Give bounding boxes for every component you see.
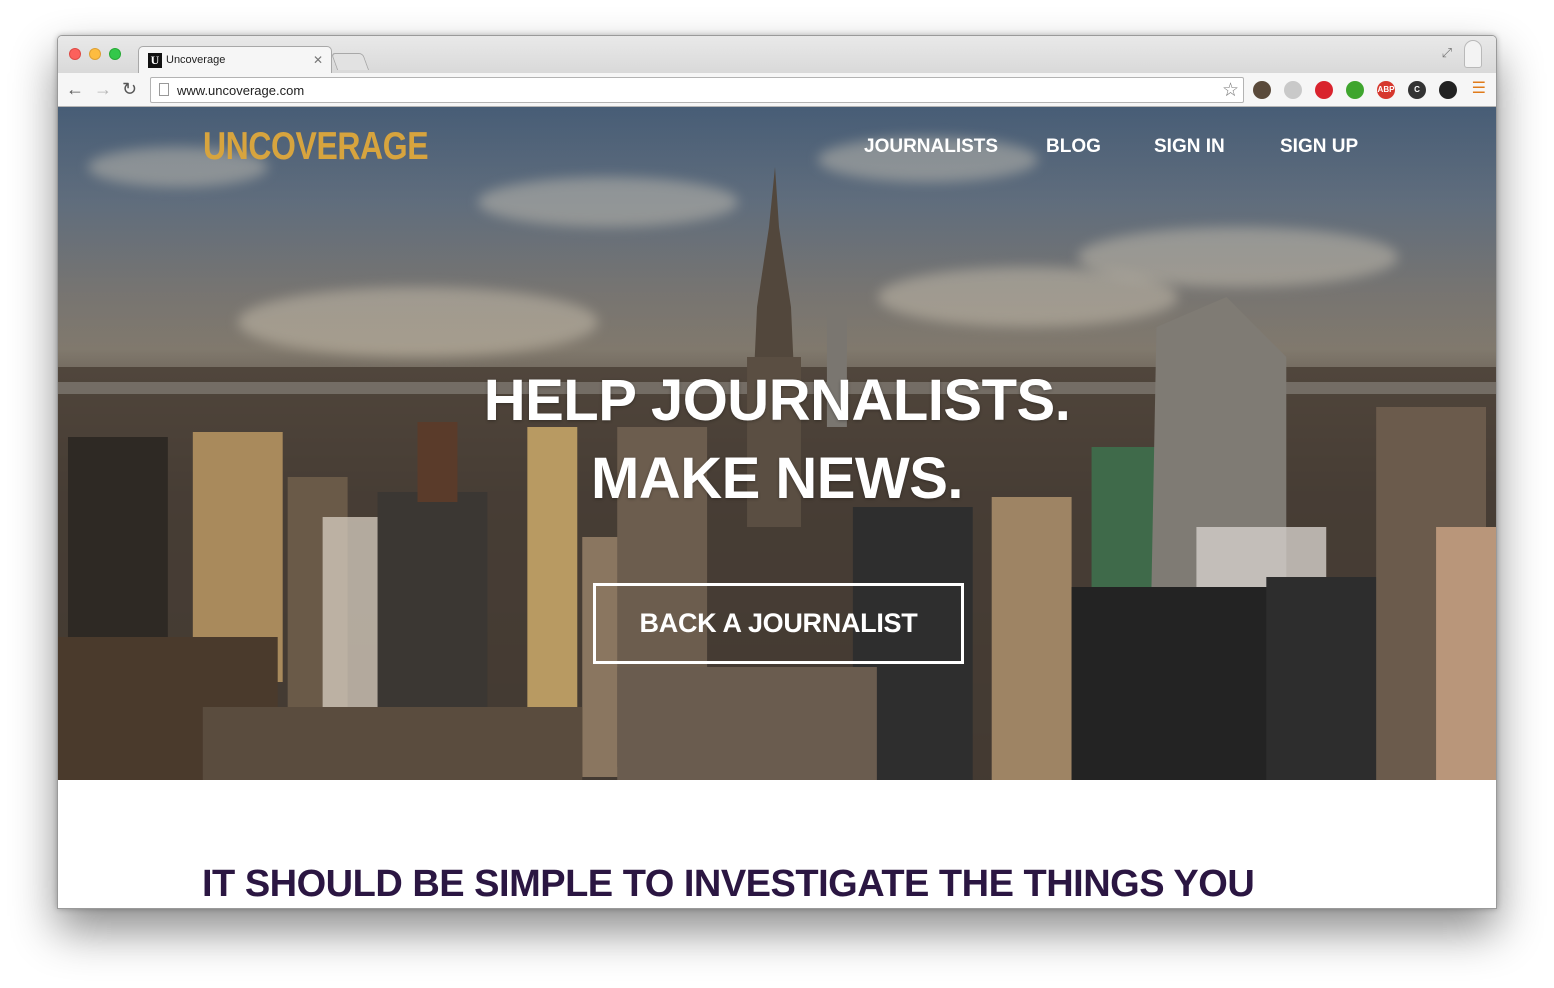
bookmark-star-icon[interactable]: ☆ xyxy=(1222,79,1239,102)
browser-toolbar: ← → ↻ www.uncoverage.com ☆ ABP C ☰ xyxy=(58,73,1496,107)
hero-headline-line2: MAKE NEWS. xyxy=(591,446,964,511)
close-window-button[interactable] xyxy=(69,48,81,60)
nav-journalists-link[interactable]: JOURNALISTS xyxy=(864,136,998,158)
nav-sign-up-link[interactable]: SIGN UP xyxy=(1280,136,1358,158)
new-tab-button[interactable] xyxy=(330,53,370,70)
hero-headline-line1: HELP JOURNALISTS. xyxy=(483,368,1071,433)
nav-sign-in-link[interactable]: SIGN IN xyxy=(1154,136,1225,158)
browser-window: U Uncoverage ✕ ⤢ ← → ↻ www.uncoverage.co… xyxy=(57,35,1497,909)
fullscreen-icon[interactable]: ⤢ xyxy=(1442,45,1452,61)
camera-extension-icon[interactable] xyxy=(1253,81,1271,99)
section-heading: IT SHOULD BE SIMPLE TO INVESTIGATE THE T… xyxy=(202,863,1255,905)
back-arrow-icon[interactable]: ← xyxy=(66,79,84,99)
zoom-window-button[interactable] xyxy=(109,48,121,60)
reload-icon[interactable]: ↻ xyxy=(122,79,137,99)
tab-strip: U Uncoverage ✕ ⤢ xyxy=(58,36,1496,74)
adblock-extension-icon[interactable]: ABP xyxy=(1377,81,1395,99)
tab-title: Uncoverage xyxy=(166,54,226,66)
color-extension-icon[interactable] xyxy=(1439,81,1457,99)
url-text[interactable]: www.uncoverage.com xyxy=(177,83,304,98)
shield-extension-icon[interactable] xyxy=(1284,81,1302,99)
nav-blog-link[interactable]: BLOG xyxy=(1046,136,1101,158)
hero-section: UNCOVERAGE JOURNALISTS BLOG SIGN IN SIGN… xyxy=(58,107,1496,780)
site-logo[interactable]: UNCOVERAGE xyxy=(203,125,429,169)
user-profile-icon[interactable] xyxy=(1464,40,1482,68)
tab-uncoverage[interactable]: U Uncoverage ✕ xyxy=(138,46,332,74)
page-icon xyxy=(159,83,169,96)
address-bar[interactable]: www.uncoverage.com ☆ xyxy=(150,77,1244,103)
c-extension-icon[interactable]: C xyxy=(1408,81,1426,99)
menu-icon[interactable]: ☰ xyxy=(1472,80,1486,98)
site-favicon-icon: U xyxy=(148,53,162,68)
download-extension-icon[interactable] xyxy=(1346,81,1364,99)
back-a-journalist-button[interactable]: BACK A JOURNALIST xyxy=(593,583,964,664)
minimize-window-button[interactable] xyxy=(89,48,101,60)
forward-arrow-icon[interactable]: → xyxy=(94,79,112,99)
city-skyline-image xyxy=(58,167,1496,780)
close-tab-icon[interactable]: ✕ xyxy=(313,53,323,67)
stop-extension-icon[interactable] xyxy=(1315,81,1333,99)
